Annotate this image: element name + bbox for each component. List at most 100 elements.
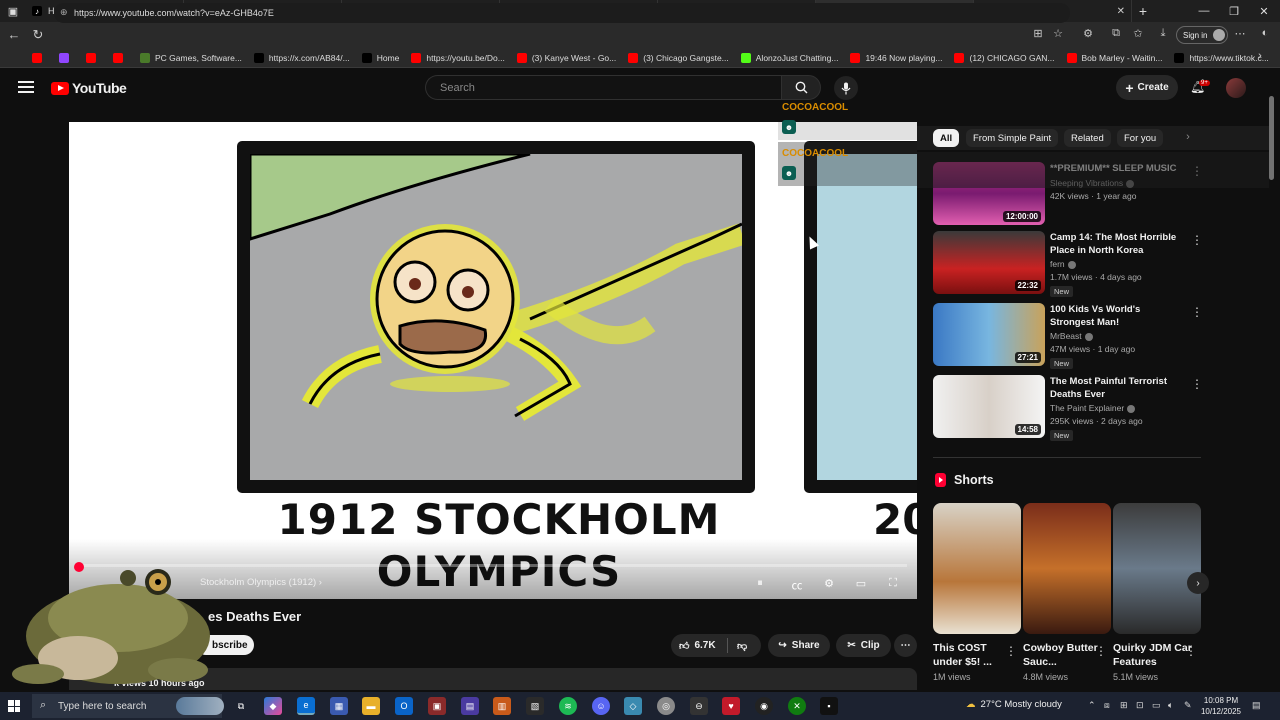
channel-name[interactable]: The Paint Explainer [1050, 403, 1136, 413]
app-icon-1[interactable]: ▣ [428, 697, 446, 715]
app-icon-8[interactable]: ♥ [722, 697, 740, 715]
theater-mode-icon[interactable]: ▭ [853, 577, 869, 590]
bookmark-item[interactable]: (12) CHICAGO GAN... [954, 52, 1055, 63]
xbox-icon[interactable]: ✕ [788, 697, 806, 715]
app-icon-10[interactable]: ▪ [820, 697, 838, 715]
outlook-icon[interactable]: O [395, 697, 413, 715]
tray-app-icon-2[interactable]: ⊞ [1120, 700, 1128, 711]
search-input[interactable]: Search [425, 75, 781, 100]
tray-app-icon[interactable]: ⧈ [1104, 700, 1110, 711]
video-thumbnail[interactable]: 14:58 [933, 375, 1045, 438]
bookmark-item[interactable] [59, 52, 74, 63]
app-icon-4[interactable]: ▧ [526, 697, 544, 715]
refresh-icon[interactable]: ↻ [26, 27, 50, 43]
file-explorer-icon[interactable]: ▬ [362, 697, 380, 715]
more-menu-icon[interactable]: ⋯ [1232, 27, 1248, 43]
recommended-video-title[interactable]: The Most Painful Terrorist Deaths Ever [1050, 375, 1178, 401]
tray-overflow-icon[interactable]: ⌃ [1088, 700, 1096, 711]
short-more-options-icon[interactable]: ⋮ [1185, 644, 1197, 658]
more-actions-button[interactable]: ⋯ [894, 634, 917, 657]
recommended-video[interactable]: 14:58 The Most Painful Terrorist Deaths E… [933, 375, 1203, 441]
pen-icon[interactable]: ✎ [1184, 700, 1192, 711]
share-button[interactable]: ↪ Share [768, 634, 830, 657]
store-icon[interactable]: ▦ [330, 697, 348, 715]
app-icon-9[interactable]: ◉ [755, 697, 773, 715]
bookmark-item[interactable] [32, 52, 47, 63]
spotify-icon[interactable]: ≋ [559, 697, 577, 715]
bookmarks-overflow-icon[interactable]: › [1252, 50, 1268, 66]
split-screen-icon[interactable]: ⧉ [1108, 27, 1124, 43]
bookmark-item[interactable]: (3) Kanye West - Go... [516, 52, 616, 63]
settings-gear-icon[interactable]: ⚙ [821, 577, 837, 590]
bookmark-item[interactable]: Bob Marley - Waitin... [1066, 52, 1162, 63]
short-thumbnail[interactable] [1023, 503, 1111, 634]
bookmark-item[interactable]: Home [361, 52, 399, 63]
app-icon-6[interactable]: ◎ [657, 697, 675, 715]
youtube-logo[interactable]: YouTube [51, 80, 127, 96]
app-icon-5[interactable]: ◇ [624, 697, 642, 715]
bookmark-item[interactable]: (3) Chicago Gangste... [628, 52, 729, 63]
bookmark-item[interactable]: https://x.com/AB84/... [253, 52, 350, 63]
chips-next-icon[interactable]: › [1180, 131, 1196, 147]
more-options-icon[interactable]: ⋮ [1191, 377, 1203, 391]
maximize-icon[interactable]: ❐ [1218, 0, 1250, 22]
copilot-taskbar-icon[interactable]: ◆ [264, 697, 282, 715]
like-button[interactable]: 👍︎ 6.7K 👎︎ [671, 634, 761, 657]
search-button[interactable] [781, 75, 821, 100]
voice-search-button[interactable] [834, 76, 858, 100]
search-highlight-image[interactable] [176, 697, 224, 715]
captions-icon[interactable]: ㏄ [789, 577, 805, 592]
filter-chip[interactable]: For you [1117, 129, 1164, 147]
bookmark-item[interactable]: 19:46 Now playing... [850, 52, 942, 63]
minimize-icon[interactable]: — [1188, 0, 1220, 22]
short-thumbnail[interactable] [933, 503, 1021, 634]
clip-button[interactable]: ✂ Clip [836, 634, 891, 657]
autoplay-toggle-icon[interactable]: ⏸ [752, 577, 768, 590]
start-button[interactable] [8, 700, 20, 712]
network-icon[interactable]: ▭ [1152, 700, 1161, 711]
recommended-video-title[interactable]: Camp 14: The Most Horrible Place in Nort… [1050, 231, 1178, 257]
filter-chip[interactable]: All [933, 129, 960, 147]
back-icon[interactable]: ← [2, 27, 26, 42]
notifications-center-icon[interactable]: ▤ [1252, 700, 1261, 711]
more-options-icon[interactable]: ⋮ [1191, 233, 1203, 247]
bookmark-item[interactable] [86, 52, 101, 63]
extensions-icon[interactable]: ⚙ [1080, 27, 1096, 43]
copilot-icon[interactable]: ◐ [1257, 27, 1273, 43]
short-title[interactable]: Quirky JDM Car Features [1113, 641, 1193, 669]
recommended-video-title[interactable]: 100 Kids Vs World's Strongest Man! [1050, 303, 1178, 329]
short-more-options-icon[interactable]: ⋮ [1095, 644, 1107, 658]
shorts-next-button[interactable]: › [1187, 572, 1209, 594]
thumbs-down-icon[interactable]: 👎︎ [737, 640, 747, 652]
task-view-icon[interactable]: ⧉ [232, 697, 250, 715]
fullscreen-icon[interactable]: ⛶ [885, 577, 901, 590]
close-window-icon[interactable]: ✕ [1248, 0, 1280, 22]
short-thumbnail[interactable] [1113, 503, 1201, 634]
new-tab-button[interactable]: + [1132, 3, 1154, 19]
edge-taskbar-icon[interactable]: e [297, 697, 315, 715]
tab-close-icon[interactable]: ✕ [1117, 6, 1125, 17]
favorites-icon[interactable]: ✩ [1130, 27, 1146, 43]
recommended-video[interactable]: 27:21 100 Kids Vs World's Strongest Man! M… [933, 303, 1203, 369]
url-field[interactable]: ⊕ https://www.youtube.com/watch?v=eAz-GHB… [54, 3, 1070, 23]
filter-chip[interactable]: From Simple Paint [966, 129, 1059, 147]
channel-name[interactable]: fern [1050, 259, 1076, 269]
short-title[interactable]: This COST under $5! ... [933, 641, 1013, 669]
bookmark-item[interactable]: PC Games, Software... [140, 52, 242, 63]
channel-name[interactable]: MrBeast [1050, 331, 1093, 341]
short-title[interactable]: Cowboy Butter Sauc... [1023, 641, 1103, 669]
filter-chip[interactable]: Related [1064, 129, 1111, 147]
recommended-video[interactable]: 22:32 Camp 14: The Most Horrible Place in… [933, 231, 1203, 297]
bookmark-item[interactable]: https://youtu.be/Do... [411, 52, 505, 63]
create-button[interactable]: + Create [1116, 75, 1178, 100]
app-available-icon[interactable]: ⊞ [1030, 27, 1046, 43]
video-thumbnail[interactable]: 22:32 [933, 231, 1045, 294]
video-player[interactable]: 1912 STOCKHOLM OLYMPICS 20 [69, 122, 917, 599]
window-menu-icon[interactable]: ▣ [0, 0, 26, 22]
account-avatar[interactable] [1226, 78, 1246, 98]
site-info-icon[interactable]: ⊕ [60, 7, 68, 18]
scrollbar-thumb[interactable] [1269, 96, 1274, 180]
app-icon-3[interactable]: ▥ [493, 697, 511, 715]
more-options-icon[interactable]: ⋮ [1191, 305, 1203, 319]
bookmark-item[interactable] [113, 52, 128, 63]
